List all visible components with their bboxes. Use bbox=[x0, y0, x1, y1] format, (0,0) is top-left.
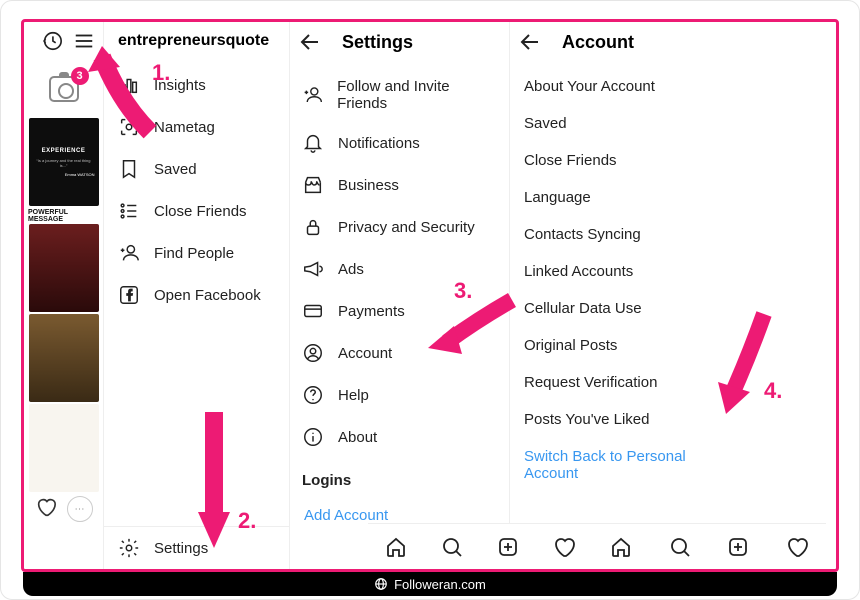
insights-icon bbox=[118, 74, 140, 96]
settings-item-notifications[interactable]: Notifications bbox=[290, 122, 509, 164]
feed-post[interactable] bbox=[29, 404, 99, 492]
bottom-nav-account bbox=[592, 523, 826, 569]
home-icon[interactable] bbox=[609, 535, 633, 559]
logins-section-header: Logins bbox=[290, 458, 509, 497]
drawer-item-find-people[interactable]: Find People bbox=[104, 232, 289, 274]
back-icon[interactable] bbox=[518, 30, 542, 54]
account-item-posts-liked[interactable]: Posts You've Liked bbox=[510, 401, 730, 438]
credit-footer: Followeran.com bbox=[23, 572, 837, 596]
hamburger-menu-icon[interactable] bbox=[73, 30, 95, 52]
settings-item-help[interactable]: Help bbox=[290, 374, 509, 416]
account-item-contacts-syncing[interactable]: Contacts Syncing bbox=[510, 216, 730, 253]
search-icon[interactable] bbox=[668, 535, 692, 559]
account-item-close-friends[interactable]: Close Friends bbox=[510, 142, 730, 179]
profile-feed-strip: 3 EXPERIENCE“Is a journey and the real t… bbox=[24, 22, 104, 569]
drawer-username: entrepreneursquote bbox=[104, 22, 289, 64]
feed-post[interactable] bbox=[29, 224, 99, 312]
bottom-nav-settings bbox=[368, 523, 592, 569]
settings-item-follow-invite[interactable]: Follow and Invite Friends bbox=[290, 68, 509, 122]
storefront-icon bbox=[302, 174, 324, 196]
account-item-about-your-account[interactable]: About Your Account bbox=[510, 68, 730, 105]
help-icon bbox=[302, 384, 324, 406]
account-item-original-posts[interactable]: Original Posts bbox=[510, 327, 730, 364]
nametag-icon bbox=[118, 116, 140, 138]
activity-heart-icon[interactable] bbox=[785, 535, 809, 559]
card-icon bbox=[302, 300, 324, 322]
drawer-item-nametag[interactable]: Nametag bbox=[104, 106, 289, 148]
list-icon bbox=[118, 200, 140, 222]
facebook-icon bbox=[118, 284, 140, 306]
step-4-label: 4. bbox=[764, 378, 782, 404]
bell-icon bbox=[302, 132, 324, 154]
gear-icon bbox=[118, 537, 140, 559]
add-person-icon bbox=[302, 84, 323, 106]
settings-item-ads[interactable]: Ads bbox=[290, 248, 509, 290]
account-item-saved[interactable]: Saved bbox=[510, 105, 730, 142]
like-icon[interactable] bbox=[35, 496, 57, 518]
activity-icon[interactable] bbox=[41, 30, 63, 52]
create-icon[interactable] bbox=[726, 535, 750, 559]
comment-icon[interactable]: ⋯ bbox=[67, 496, 93, 522]
account-item-linked-accounts[interactable]: Linked Accounts bbox=[510, 253, 730, 290]
feed-post[interactable]: EXPERIENCE“Is a journey and the real thi… bbox=[29, 118, 99, 206]
camera-button[interactable]: 3 bbox=[49, 76, 79, 102]
back-icon[interactable] bbox=[298, 30, 322, 54]
drawer-item-close-friends[interactable]: Close Friends bbox=[104, 190, 289, 232]
drawer-item-open-facebook[interactable]: Open Facebook bbox=[104, 274, 289, 316]
megaphone-icon bbox=[302, 258, 324, 280]
account-item-request-verification[interactable]: Request Verification bbox=[510, 364, 730, 401]
settings-item-business[interactable]: Business bbox=[290, 164, 509, 206]
settings-panel: Settings Follow and Invite Friends Notif… bbox=[290, 22, 510, 569]
settings-item-payments[interactable]: Payments bbox=[290, 290, 509, 332]
feed-post[interactable] bbox=[29, 314, 99, 402]
person-circle-icon bbox=[302, 342, 324, 364]
account-panel: Account About Your Account Saved Close F… bbox=[510, 22, 730, 569]
lock-icon bbox=[302, 216, 324, 238]
globe-icon bbox=[374, 577, 388, 591]
activity-heart-icon[interactable] bbox=[552, 535, 576, 559]
settings-item-account[interactable]: Account bbox=[290, 332, 509, 374]
info-icon bbox=[302, 426, 324, 448]
home-icon[interactable] bbox=[384, 535, 408, 559]
drawer-item-insights[interactable]: Insights bbox=[104, 64, 289, 106]
settings-title: Settings bbox=[342, 32, 413, 53]
notification-badge: 3 bbox=[71, 67, 89, 85]
create-icon[interactable] bbox=[496, 535, 520, 559]
account-item-language[interactable]: Language bbox=[510, 179, 730, 216]
account-title: Account bbox=[562, 32, 634, 53]
settings-item-privacy[interactable]: Privacy and Security bbox=[290, 206, 509, 248]
side-drawer: entrepreneursquote Insights Nametag Save… bbox=[104, 22, 290, 569]
bookmark-icon bbox=[118, 158, 140, 180]
settings-item-about[interactable]: About bbox=[290, 416, 509, 458]
add-person-icon bbox=[118, 242, 140, 264]
switch-personal-link[interactable]: Switch Back to Personal Account bbox=[510, 438, 730, 492]
drawer-item-settings[interactable]: Settings bbox=[104, 526, 289, 569]
search-icon[interactable] bbox=[440, 535, 464, 559]
drawer-item-saved[interactable]: Saved bbox=[104, 148, 289, 190]
account-item-cellular-data[interactable]: Cellular Data Use bbox=[510, 290, 730, 327]
